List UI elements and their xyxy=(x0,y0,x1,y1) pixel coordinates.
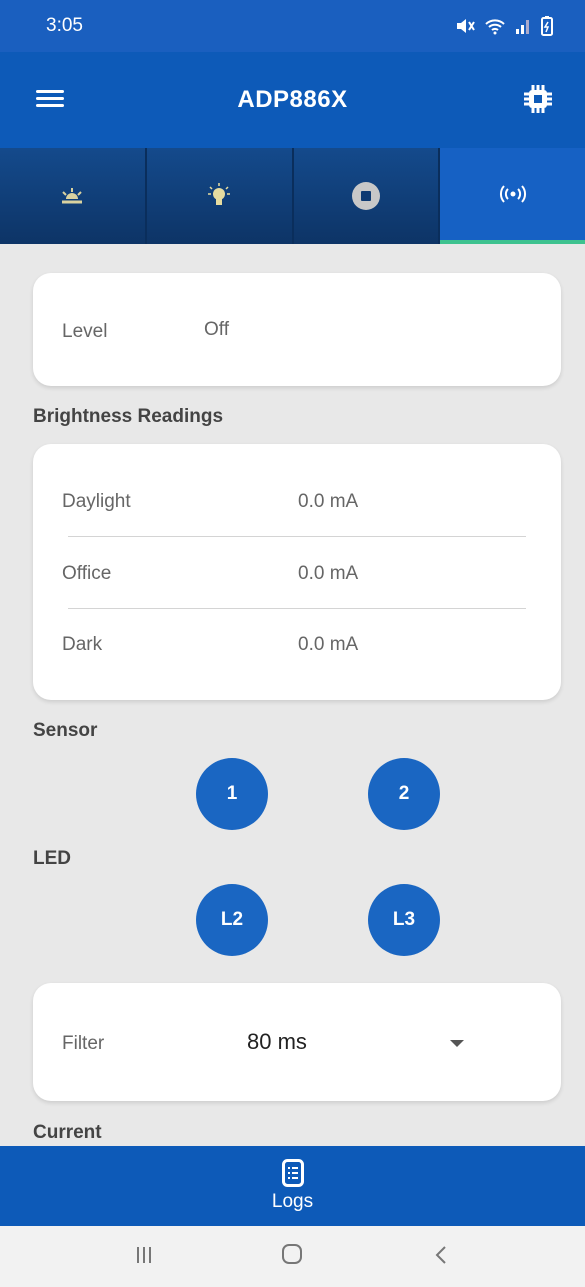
filter-card[interactable]: Filter 80 ms xyxy=(33,983,561,1101)
app-title: ADP886X xyxy=(237,86,348,113)
back-button[interactable] xyxy=(411,1241,471,1272)
stop-icon xyxy=(351,182,380,210)
brightness-card: Daylight 0.0 mA Office 0.0 mA Dark 0.0 m… xyxy=(33,444,561,700)
logs-label: Logs xyxy=(271,1191,314,1212)
led-l3-button[interactable]: L3 xyxy=(368,884,440,956)
signal-icon xyxy=(516,20,529,34)
tab-stop[interactable] xyxy=(293,148,441,244)
home-icon xyxy=(282,1244,303,1264)
filter-label: Filter xyxy=(62,1033,105,1054)
tab-ambient[interactable] xyxy=(0,148,147,244)
led-l2-button[interactable]: L2 xyxy=(196,884,268,956)
system-nav-bar xyxy=(0,1226,585,1287)
sensor-1-button[interactable]: 1 xyxy=(196,758,268,830)
office-label: Office xyxy=(62,563,112,584)
status-time: 3:05 xyxy=(46,15,83,36)
level-value: Off xyxy=(204,319,229,340)
sunrise-icon xyxy=(62,188,83,204)
level-card: Level Off xyxy=(33,273,561,386)
led-title: LED xyxy=(33,848,71,869)
recent-apps-icon xyxy=(137,1247,152,1263)
back-icon xyxy=(435,1246,446,1264)
daylight-value: 0.0 mA xyxy=(298,491,359,512)
office-value: 0.0 mA xyxy=(298,563,359,584)
daylight-label: Daylight xyxy=(62,491,131,512)
status-icons xyxy=(455,16,553,36)
dark-value: 0.0 mA xyxy=(298,634,359,655)
wifi-icon xyxy=(485,19,505,35)
divider xyxy=(68,536,526,537)
tab-light[interactable] xyxy=(146,148,294,244)
home-button[interactable] xyxy=(262,1241,322,1272)
tab-bar xyxy=(0,148,585,244)
sensor-2-button[interactable]: 2 xyxy=(368,758,440,830)
tab-broadcast[interactable] xyxy=(440,148,585,244)
divider xyxy=(68,608,526,609)
logs-icon xyxy=(281,1159,304,1187)
recent-apps-button[interactable] xyxy=(114,1241,174,1272)
status-bar: 3:05 xyxy=(0,0,585,52)
filter-select[interactable]: 80 ms xyxy=(247,1029,307,1055)
brightness-title: Brightness Readings xyxy=(33,406,224,427)
battery-icon xyxy=(541,16,553,36)
current-title: Current xyxy=(33,1122,102,1143)
broadcast-icon xyxy=(499,185,526,203)
level-label: Level xyxy=(62,321,108,342)
bulb-icon xyxy=(208,183,231,205)
chip-icon[interactable] xyxy=(521,82,555,116)
menu-icon[interactable] xyxy=(36,86,64,110)
dark-label: Dark xyxy=(62,634,103,655)
chevron-down-icon[interactable] xyxy=(450,1040,464,1047)
mute-icon xyxy=(457,19,475,33)
content-area[interactable]: Level Off Brightness Readings Daylight 0… xyxy=(0,244,585,1146)
sensor-title: Sensor xyxy=(33,720,98,741)
app-bar: ADP886X xyxy=(0,52,585,148)
logs-button[interactable]: Logs xyxy=(0,1146,585,1226)
